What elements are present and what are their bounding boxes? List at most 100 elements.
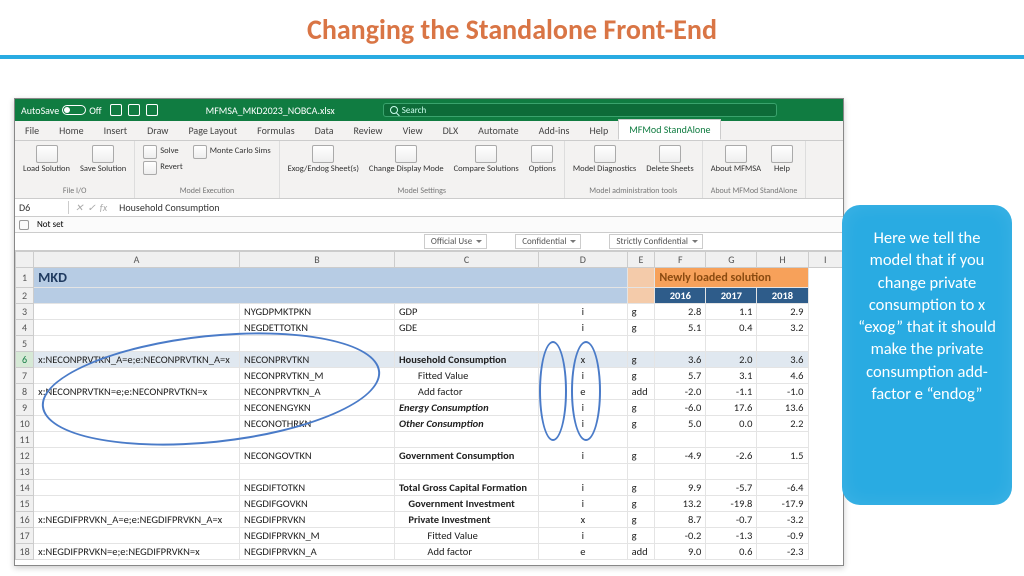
cell[interactable]: Energy Consumption xyxy=(394,400,538,416)
cell[interactable]: -6.0 xyxy=(655,400,706,416)
select-all[interactable] xyxy=(16,252,34,268)
cell[interactable]: g xyxy=(627,352,655,368)
cell[interactable] xyxy=(34,400,240,416)
cell[interactable]: NECONOTHRKN xyxy=(239,416,394,432)
cell[interactable] xyxy=(34,448,240,464)
cell[interactable]: Government Consumption xyxy=(394,448,538,464)
row-header[interactable]: 3 xyxy=(16,304,34,320)
cell[interactable]: -0.7 xyxy=(706,512,757,528)
delete-sheets-button[interactable]: Delete Sheets xyxy=(646,145,693,174)
cell[interactable] xyxy=(34,368,240,384)
cell[interactable] xyxy=(239,336,394,352)
name-box[interactable]: D6 xyxy=(15,201,69,214)
cell[interactable]: NECONENGYKN xyxy=(239,400,394,416)
tab-review[interactable]: Review xyxy=(344,121,393,140)
cell[interactable]: NECONPRVTKN xyxy=(239,352,394,368)
tab-home[interactable]: Home xyxy=(49,121,93,140)
cell[interactable]: x:NECONPRVTKN=e;e:NECONPRVTKN=x xyxy=(34,384,240,400)
formula-value[interactable]: Household Consumption xyxy=(113,201,225,214)
grid[interactable]: ABCDEFGHI1 MKD Newly loaded solution2 20… xyxy=(15,251,843,560)
cell[interactable]: -6.4 xyxy=(757,480,808,496)
cell[interactable]: i xyxy=(539,304,628,320)
col-header-H[interactable]: H xyxy=(757,252,808,268)
cell[interactable]: 1.5 xyxy=(757,448,808,464)
cell[interactable] xyxy=(539,432,628,448)
cell[interactable]: Other Consumption xyxy=(394,416,538,432)
row-header[interactable]: 7 xyxy=(16,368,34,384)
cell[interactable]: NECONPRVTKN_M xyxy=(239,368,394,384)
cell[interactable]: 13.6 xyxy=(757,400,808,416)
tab-page-layout[interactable]: Page Layout xyxy=(178,121,247,140)
tab-automate[interactable]: Automate xyxy=(468,121,528,140)
cell[interactable]: g xyxy=(627,368,655,384)
cell[interactable]: 0.4 xyxy=(706,320,757,336)
cell[interactable]: e xyxy=(539,384,628,400)
strictly-confidential-button[interactable]: Strictly Confidential xyxy=(609,234,703,249)
load-solution-button[interactable]: Load Solution xyxy=(23,145,70,174)
cell[interactable]: -17.9 xyxy=(757,496,808,512)
cell[interactable]: i xyxy=(539,368,628,384)
save-icon[interactable] xyxy=(110,104,122,116)
cell[interactable]: Total Gross Capital Formation xyxy=(394,480,538,496)
col-header-C[interactable]: C xyxy=(394,252,538,268)
row-header[interactable]: 10 xyxy=(16,416,34,432)
cell[interactable]: 17.6 xyxy=(706,400,757,416)
cell[interactable] xyxy=(394,336,538,352)
cell[interactable]: -2.0 xyxy=(655,384,706,400)
cell[interactable]: -2.6 xyxy=(706,448,757,464)
tab-file[interactable]: File xyxy=(15,121,49,140)
cell[interactable] xyxy=(34,496,240,512)
cell[interactable]: 3.2 xyxy=(757,320,808,336)
tab-dlx[interactable]: DLX xyxy=(433,121,469,140)
cell[interactable]: 2.9 xyxy=(757,304,808,320)
col-header-G[interactable]: G xyxy=(706,252,757,268)
cell[interactable]: x:NEGDIFPRVKN=e;e:NEGDIFPRVKN=x xyxy=(34,544,240,560)
row-header[interactable]: 12 xyxy=(16,448,34,464)
cell[interactable]: -2.3 xyxy=(757,544,808,560)
row-header[interactable]: 5 xyxy=(16,336,34,352)
cell[interactable] xyxy=(706,464,757,480)
cell[interactable]: i xyxy=(539,528,628,544)
spreadsheet[interactable]: ABCDEFGHI1 MKD Newly loaded solution2 20… xyxy=(15,251,843,560)
official-use-button[interactable]: Official Use xyxy=(424,234,487,249)
cell[interactable]: Household Consumption xyxy=(394,352,538,368)
cell[interactable]: i xyxy=(539,400,628,416)
confidential-button[interactable]: Confidential xyxy=(515,234,581,249)
tab-add-ins[interactable]: Add-ins xyxy=(529,121,580,140)
cell[interactable]: x:NECONPRVTKN_A=e;e:NECONPRVTKN_A=x xyxy=(34,352,240,368)
cell[interactable] xyxy=(627,336,655,352)
cell[interactable]: -19.8 xyxy=(706,496,757,512)
solve-button[interactable]: Solve xyxy=(143,145,182,159)
cell[interactable]: Newly loaded solution xyxy=(655,268,808,288)
cell[interactable] xyxy=(706,432,757,448)
row-header[interactable]: 1 xyxy=(16,268,34,288)
cell[interactable]: 2.0 xyxy=(706,352,757,368)
cell[interactable]: NEGDIFPRVKN xyxy=(239,512,394,528)
row-header[interactable]: 18 xyxy=(16,544,34,560)
cell[interactable]: -1.0 xyxy=(757,384,808,400)
cell[interactable]: 5.1 xyxy=(655,320,706,336)
cell[interactable]: 3.6 xyxy=(757,352,808,368)
tab-insert[interactable]: Insert xyxy=(94,121,138,140)
cell[interactable]: Fitted Value xyxy=(394,368,538,384)
cancel-icon[interactable]: ✕ xyxy=(75,201,83,214)
cell[interactable] xyxy=(34,480,240,496)
cell[interactable] xyxy=(655,432,706,448)
montecarlo-button[interactable]: Monte Carlo Sims xyxy=(193,145,271,159)
row-header[interactable]: 2 xyxy=(16,288,34,304)
cell[interactable] xyxy=(34,336,240,352)
cell[interactable]: NEGDIFTOTKN xyxy=(239,480,394,496)
about-button[interactable]: About MFMSA xyxy=(711,145,761,174)
cell[interactable]: g xyxy=(627,304,655,320)
cell[interactable] xyxy=(394,432,538,448)
cell[interactable] xyxy=(757,464,808,480)
cell[interactable]: NEGDIFPRVKN_A xyxy=(239,544,394,560)
cell[interactable]: Add factor xyxy=(394,384,538,400)
toggle-pill[interactable] xyxy=(62,105,86,115)
col-header-B[interactable]: B xyxy=(239,252,394,268)
cell[interactable]: 1.1 xyxy=(706,304,757,320)
cell[interactable] xyxy=(627,432,655,448)
cell[interactable]: g xyxy=(627,416,655,432)
row-header[interactable]: 9 xyxy=(16,400,34,416)
cell[interactable]: Government Investment xyxy=(394,496,538,512)
